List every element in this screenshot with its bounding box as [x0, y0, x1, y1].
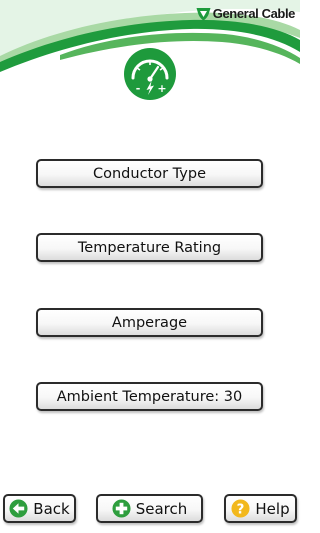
plus-icon	[112, 499, 131, 518]
gauge-icon: - +	[124, 48, 176, 100]
conductor-type-button[interactable]: Conductor Type	[36, 159, 263, 188]
ambient-temperature-label: Ambient Temperature: 30	[56, 388, 243, 405]
brand-logo: General Cable	[196, 6, 295, 21]
search-button[interactable]: Search	[96, 494, 203, 523]
gauge-minus-sign: -	[136, 82, 141, 95]
gauge-plus-sign: +	[157, 82, 166, 95]
search-label: Search	[135, 499, 188, 518]
svg-text:?: ?	[237, 502, 245, 517]
help-button[interactable]: ? Help	[224, 494, 297, 523]
question-icon: ?	[231, 499, 250, 518]
general-cable-shield-logo	[196, 7, 211, 20]
help-label: Help	[255, 499, 290, 518]
conductor-type-label: Conductor Type	[93, 165, 206, 182]
back-button[interactable]: Back	[3, 494, 76, 523]
amperage-button[interactable]: Amperage	[36, 308, 263, 337]
arrow-left-icon	[9, 499, 28, 518]
temperature-rating-label: Temperature Rating	[77, 239, 222, 256]
amperage-label: Amperage	[111, 314, 188, 331]
temperature-rating-button[interactable]: Temperature Rating	[36, 233, 263, 262]
brand-name: General Cable	[212, 6, 296, 21]
ambient-temperature-button[interactable]: Ambient Temperature: 30	[36, 382, 263, 411]
back-label: Back	[33, 499, 70, 518]
